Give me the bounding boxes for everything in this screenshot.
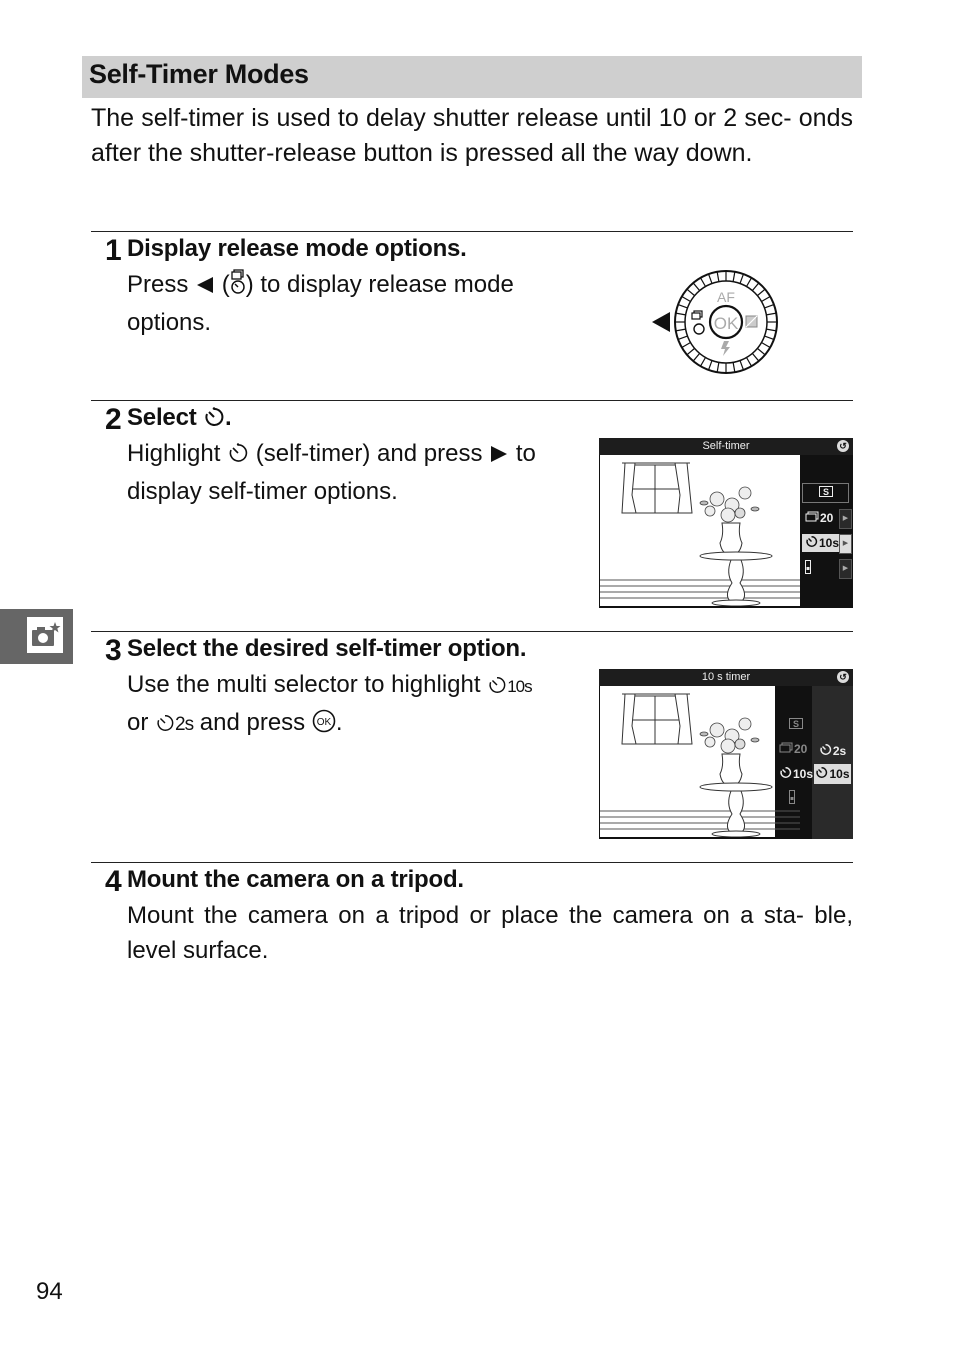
exposure-comp-icon — [745, 315, 758, 328]
scene-illustration — [600, 686, 800, 838]
multi-selector-dial: OK AF — [650, 268, 780, 383]
step-divider — [91, 231, 853, 232]
remote-icon — [789, 789, 795, 807]
page-number: 94 — [36, 1278, 63, 1305]
table-base — [711, 830, 761, 838]
back-icon[interactable]: ↺ — [837, 440, 849, 452]
camera-screen-self-timer: Self-timer ↺ S 20 ▶ 10s ▶ ▶ — [599, 438, 853, 608]
release-mode-option[interactable]: 10s — [802, 534, 841, 552]
step-divider — [91, 400, 853, 401]
svg-text:AF: AF — [717, 289, 735, 305]
step-divider — [91, 631, 853, 632]
flowers-illustration — [699, 717, 760, 754]
release-mode-option[interactable]: 20 — [802, 509, 841, 527]
submenu-arrow-icon[interactable]: ▶ — [839, 509, 852, 529]
step-body: Mount the camera on a tripod or place th… — [127, 902, 853, 964]
left-arrow-icon — [195, 270, 215, 305]
self-timer-icon — [779, 766, 792, 782]
timer-option[interactable]: 10s — [814, 764, 851, 784]
section-title: Self-Timer Modes — [89, 59, 309, 89]
step-body: Use the multi selector to highlight 10s … — [127, 667, 597, 743]
option-label: 2s — [832, 744, 847, 758]
self-timer-icon — [805, 535, 818, 551]
table-top — [699, 551, 773, 561]
camera-star-icon — [27, 617, 63, 653]
chapter-tab — [0, 609, 73, 664]
option-label: 10s — [829, 767, 850, 781]
release-mode-option[interactable] — [789, 789, 795, 807]
window-illustration — [621, 462, 693, 514]
release-mode-icon — [230, 269, 246, 305]
svg-text:OK: OK — [714, 314, 739, 333]
release-mode-option[interactable] — [802, 559, 841, 577]
floor-stripes — [600, 810, 800, 830]
vase-illustration — [719, 753, 743, 787]
svg-text:S: S — [822, 487, 828, 497]
release-mode-option[interactable]: S — [789, 717, 803, 733]
continuous-icon — [805, 511, 819, 526]
submenu-panel — [812, 686, 853, 839]
svg-text:S: S — [793, 719, 799, 729]
step-divider — [91, 862, 853, 863]
timer-option[interactable]: 2s — [814, 741, 851, 761]
step-title: Display release mode options. — [127, 235, 467, 262]
release-mode-option[interactable]: 10s — [779, 766, 813, 782]
single-frame-icon: S — [818, 486, 833, 500]
self-timer-10s-icon: 10s — [487, 671, 533, 698]
option-label: 20 — [794, 742, 808, 756]
self-timer-icon — [819, 743, 832, 759]
scene-illustration — [600, 455, 800, 607]
table-base — [711, 599, 761, 607]
flowers-illustration — [699, 486, 760, 523]
ok-button-icon: OK — [312, 708, 336, 743]
step-number: 1 — [105, 234, 122, 267]
back-icon[interactable]: ↺ — [837, 671, 849, 683]
step-title: Mount the camera on a tripod. — [127, 866, 464, 893]
step-number: 2 — [105, 403, 122, 436]
option-label: 20 — [820, 511, 834, 525]
floor-stripes — [600, 579, 800, 599]
self-timer-2s-icon: 2s — [155, 709, 194, 736]
left-press-arrow-icon — [652, 312, 670, 332]
step-number: 4 — [105, 865, 122, 898]
step-body: Highlight (self-timer) and press to disp… — [127, 439, 536, 505]
continuous-icon — [779, 742, 793, 757]
vase-illustration — [719, 522, 743, 556]
single-frame-icon: S — [789, 718, 803, 732]
step-body: Press () to display release mode options… — [127, 269, 514, 336]
table-top — [699, 782, 773, 792]
self-timer-icon — [815, 766, 828, 782]
section-header: Self-Timer Modes — [82, 56, 862, 98]
self-timer-icon — [203, 406, 225, 435]
submenu-arrow-icon[interactable]: ▶ — [839, 559, 852, 579]
step-number: 3 — [105, 634, 122, 667]
svg-text:OK: OK — [317, 717, 332, 728]
release-mode-option[interactable]: 20 — [779, 741, 807, 757]
release-mode-option[interactable]: S — [802, 483, 849, 503]
intro-paragraph: The self-timer is used to delay shutter … — [91, 104, 853, 167]
self-timer-icon — [227, 439, 249, 474]
submenu-arrow-icon[interactable]: ▶ — [839, 534, 852, 554]
window-illustration — [621, 693, 693, 745]
remote-icon — [805, 559, 811, 577]
step-title: Select the desired self-timer option. — [127, 635, 527, 662]
screen-title: 10 s timer — [599, 669, 853, 686]
step-title: Select . — [127, 404, 232, 435]
option-label: 10s — [793, 767, 814, 781]
right-arrow-icon — [489, 439, 509, 474]
screen-title: Self-timer — [599, 438, 853, 455]
camera-screen-10s-timer: 10 s timer ↺ S 20 10s 2s 10s — [599, 669, 853, 839]
option-label: 10s — [819, 536, 840, 550]
